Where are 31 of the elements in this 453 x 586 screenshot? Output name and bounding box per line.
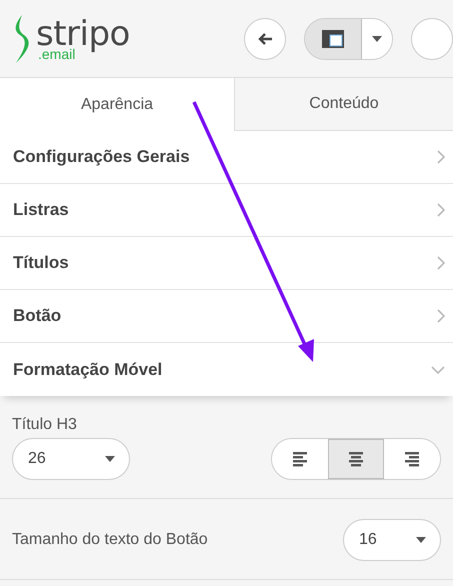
section-title: Listras [13, 200, 69, 220]
select-value: 26 [28, 450, 46, 468]
back-button[interactable] [244, 18, 286, 60]
align-center-icon [349, 452, 363, 466]
section-header[interactable]: Botão [0, 290, 453, 343]
caret-icon [105, 456, 115, 462]
caret-icon [372, 36, 382, 42]
field-label: Título H3 [12, 416, 78, 434]
size-select[interactable]: 16 [343, 519, 441, 561]
field-label: Tamanho do texto do Botão [12, 531, 208, 549]
section-header[interactable]: Títulos [0, 237, 453, 290]
logo-name: stripo [36, 16, 130, 50]
dropdown-button[interactable] [362, 18, 392, 58]
layout-icon [321, 28, 345, 48]
select-value: 16 [359, 531, 377, 549]
section-title: Títulos [13, 253, 69, 273]
section-header[interactable]: Configurações Gerais [0, 131, 453, 184]
section-header[interactable]: Formatação Móvel [0, 343, 453, 396]
section-title: Formatação Móvel [13, 360, 162, 380]
back-arrow-icon [258, 32, 272, 44]
size-select[interactable]: 26 [12, 438, 130, 480]
tab[interactable]: Aparência [0, 78, 234, 131]
tab[interactable]: Conteúdo [234, 78, 453, 131]
layout-button[interactable] [305, 18, 362, 58]
align-right-icon [405, 452, 419, 466]
section-title: Configurações Gerais [13, 147, 190, 167]
section-header[interactable]: Listras [0, 184, 453, 237]
section-title: Botão [13, 306, 62, 326]
align-left-icon [293, 452, 307, 466]
caret-icon [416, 537, 426, 543]
align-center-button[interactable] [328, 439, 384, 479]
